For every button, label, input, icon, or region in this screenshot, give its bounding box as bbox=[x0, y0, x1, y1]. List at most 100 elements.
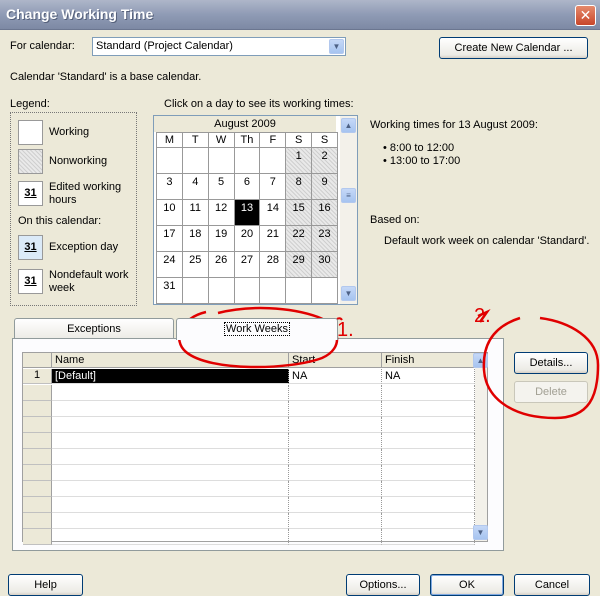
scroll-up-icon[interactable]: ▲ bbox=[473, 353, 488, 368]
row-number[interactable] bbox=[23, 433, 52, 449]
row-number[interactable] bbox=[23, 465, 52, 481]
cell-finish[interactable]: NA bbox=[382, 369, 475, 384]
empty-cell[interactable] bbox=[289, 481, 382, 497]
calendar-day[interactable]: 25 bbox=[181, 251, 209, 278]
cell-name[interactable]: [Default] bbox=[52, 369, 289, 384]
calendar-day[interactable]: 28 bbox=[259, 251, 287, 278]
empty-cell[interactable] bbox=[289, 465, 382, 481]
empty-cell[interactable] bbox=[289, 401, 382, 417]
empty-cell[interactable] bbox=[382, 465, 475, 481]
calendar-day[interactable]: 10 bbox=[156, 199, 183, 226]
calendar-day[interactable]: 18 bbox=[181, 225, 209, 252]
calendar-day[interactable]: 30 bbox=[311, 251, 338, 278]
details-button[interactable]: Details... bbox=[514, 352, 588, 374]
calendar-scrollbar[interactable]: ▲ ≡ ▼ bbox=[340, 116, 357, 304]
cell-start[interactable]: NA bbox=[289, 369, 382, 384]
row-number[interactable] bbox=[23, 481, 52, 497]
row-number[interactable] bbox=[23, 449, 52, 465]
create-new-calendar-button[interactable]: Create New Calendar ... bbox=[439, 37, 588, 59]
empty-cell[interactable] bbox=[382, 481, 475, 497]
scroll-down-icon[interactable]: ▼ bbox=[341, 286, 356, 301]
empty-cell[interactable] bbox=[52, 481, 289, 497]
empty-cell[interactable] bbox=[289, 529, 382, 545]
calendar-select[interactable]: Standard (Project Calendar) ▼ bbox=[92, 37, 346, 56]
empty-cell[interactable] bbox=[382, 497, 475, 513]
empty-cell[interactable] bbox=[52, 385, 289, 401]
empty-cell[interactable] bbox=[52, 465, 289, 481]
empty-cell[interactable] bbox=[289, 497, 382, 513]
row-number[interactable] bbox=[23, 417, 52, 433]
calendar-day[interactable]: 6 bbox=[233, 173, 261, 200]
calendar-day[interactable]: 19 bbox=[207, 225, 235, 252]
calendar-day[interactable]: 22 bbox=[285, 225, 313, 252]
empty-cell[interactable] bbox=[52, 401, 289, 417]
cancel-button[interactable]: Cancel bbox=[514, 574, 590, 596]
calendar-select-value: Standard (Project Calendar) bbox=[96, 40, 233, 52]
calendar-month: August 2009 bbox=[154, 116, 336, 132]
empty-cell[interactable] bbox=[289, 449, 382, 465]
empty-cell[interactable] bbox=[52, 529, 289, 545]
close-button[interactable]: ✕ bbox=[575, 5, 596, 26]
empty-cell[interactable] bbox=[52, 433, 289, 449]
scroll-thumb[interactable]: ≡ bbox=[341, 188, 356, 203]
empty-cell[interactable] bbox=[382, 449, 475, 465]
calendar-day[interactable]: 13 bbox=[233, 199, 261, 226]
empty-cell[interactable] bbox=[382, 417, 475, 433]
annotation-mark-2: 2. bbox=[474, 305, 491, 327]
calendar-day[interactable]: 9 bbox=[311, 173, 338, 200]
calendar-day[interactable]: 2 bbox=[311, 147, 338, 174]
column-header-finish[interactable]: Finish bbox=[382, 353, 475, 368]
empty-cell[interactable] bbox=[52, 449, 289, 465]
help-button[interactable]: Help bbox=[8, 574, 83, 596]
calendar-day[interactable]: 7 bbox=[259, 173, 287, 200]
calendar-day[interactable]: 20 bbox=[233, 225, 261, 252]
empty-cell[interactable] bbox=[52, 417, 289, 433]
empty-cell[interactable] bbox=[382, 433, 475, 449]
row-number[interactable] bbox=[23, 529, 52, 545]
ok-button[interactable]: OK bbox=[430, 574, 504, 596]
grid-scrollbar[interactable]: ▲ ▼ bbox=[473, 353, 488, 541]
calendar-day[interactable]: 4 bbox=[181, 173, 209, 200]
calendar-day[interactable]: 8 bbox=[285, 173, 313, 200]
scroll-up-icon[interactable]: ▲ bbox=[341, 118, 356, 133]
row-number[interactable] bbox=[23, 513, 52, 529]
calendar-day[interactable]: 24 bbox=[156, 251, 183, 278]
tab-work-weeks[interactable]: Work Weeks bbox=[176, 318, 338, 340]
calendar-day[interactable]: 1 bbox=[285, 147, 313, 174]
calendar-day[interactable]: 31 bbox=[156, 277, 183, 304]
calendar-day[interactable]: 11 bbox=[181, 199, 209, 226]
empty-cell[interactable] bbox=[289, 385, 382, 401]
calendar-day[interactable]: 12 bbox=[207, 199, 235, 226]
calendar-day[interactable]: 29 bbox=[285, 251, 313, 278]
calendar-day[interactable]: 17 bbox=[156, 225, 183, 252]
empty-cell[interactable] bbox=[382, 529, 475, 545]
empty-cell[interactable] bbox=[52, 513, 289, 529]
row-number[interactable] bbox=[23, 385, 52, 401]
row-number[interactable] bbox=[23, 497, 52, 513]
column-header-start[interactable]: Start bbox=[289, 353, 382, 368]
empty-cell[interactable] bbox=[52, 497, 289, 513]
empty-cell[interactable] bbox=[382, 401, 475, 417]
row-number[interactable] bbox=[23, 401, 52, 417]
empty-cell[interactable] bbox=[382, 385, 475, 401]
options-button[interactable]: Options... bbox=[346, 574, 420, 596]
empty-cell[interactable] bbox=[289, 513, 382, 529]
calendar-day[interactable]: 23 bbox=[311, 225, 338, 252]
calendar-day[interactable]: 5 bbox=[207, 173, 235, 200]
calendar-day[interactable]: 27 bbox=[233, 251, 261, 278]
calendar-day[interactable]: 16 bbox=[311, 199, 338, 226]
calendar-day[interactable]: 26 bbox=[207, 251, 235, 278]
row-number[interactable]: 1 bbox=[23, 369, 52, 384]
empty-cell[interactable] bbox=[289, 417, 382, 433]
calendar-day[interactable]: 15 bbox=[285, 199, 313, 226]
empty-cell[interactable] bbox=[289, 433, 382, 449]
calendar-day[interactable]: 3 bbox=[156, 173, 183, 200]
calendar-day[interactable]: 14 bbox=[259, 199, 287, 226]
scroll-down-icon[interactable]: ▼ bbox=[473, 525, 488, 540]
tab-exceptions[interactable]: Exceptions bbox=[14, 318, 174, 339]
chevron-down-icon[interactable]: ▼ bbox=[329, 39, 344, 54]
calendar-day[interactable]: 21 bbox=[259, 225, 287, 252]
column-header-name[interactable]: Name bbox=[52, 353, 289, 368]
delete-button[interactable]: Delete bbox=[514, 381, 588, 403]
empty-cell[interactable] bbox=[382, 513, 475, 529]
